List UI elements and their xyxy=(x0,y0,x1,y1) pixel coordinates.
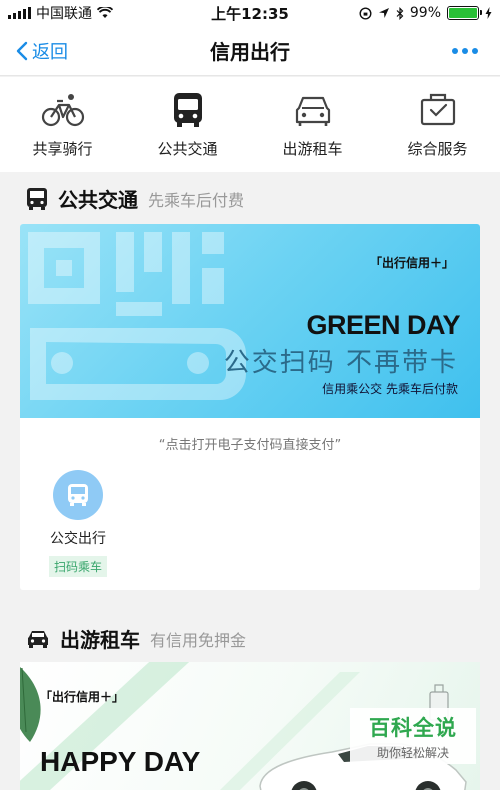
carrier-name: 中国联通 xyxy=(36,6,92,22)
transit-card-body: “点击打开电子支付码直接支付” 公交出行 扫码乘车 xyxy=(20,418,480,590)
transit-card: 「出行信用＋」 GREEN DAY 公交扫码 不再带卡 信用乘公交 先乘车后付款… xyxy=(20,224,480,590)
banner-title: GREEN DAY xyxy=(306,310,460,340)
banner-caption: 信用乘公交 先乘车后付款 xyxy=(322,382,458,396)
section-subtitle: 先乘车后付费 xyxy=(148,190,245,210)
credit-badge: 「出行信用＋」 xyxy=(369,256,454,270)
qr-code-graphic xyxy=(28,232,246,400)
car-icon xyxy=(28,630,48,648)
bus-icon xyxy=(53,470,103,520)
battery-icon xyxy=(447,6,482,20)
watermark-logo: 百科全说 助你轻松解决 xyxy=(350,708,476,764)
tab-car-rental[interactable]: 出游租车 xyxy=(253,90,373,159)
status-bar: 中国联通 上午12:35 99% xyxy=(0,0,500,26)
service-tag: 扫码乘车 xyxy=(48,556,107,577)
location-icon xyxy=(378,8,389,18)
tab-shared-cycling[interactable]: 共享骑行 xyxy=(3,90,123,159)
bluetooth-icon xyxy=(396,6,404,20)
car-icon xyxy=(290,90,336,130)
bus-icon xyxy=(27,187,47,210)
payment-hint: “点击打开电子支付码直接支付” xyxy=(158,438,342,453)
category-tabs: 共享骑行 公共交通 出游租车 综合服务 xyxy=(0,77,500,172)
credit-badge: 「出行信用＋」 xyxy=(40,690,125,704)
transit-section-header: 公共交通 先乘车后付费 xyxy=(26,184,244,213)
tab-label: 公共交通 xyxy=(157,140,218,158)
banner-title: HAPPY DAY xyxy=(40,746,201,777)
service-label: 公交出行 xyxy=(50,531,106,547)
tab-integrated-services[interactable]: 综合服务 xyxy=(378,90,498,159)
section-title: 公共交通 xyxy=(58,188,138,212)
tab-label: 综合服务 xyxy=(407,140,468,158)
nav-bar: 返回 信用出行 xyxy=(0,26,500,76)
section-title: 出游租车 xyxy=(60,628,140,652)
banner-slogan: 公交扫码 不再带卡 xyxy=(223,348,458,378)
charging-icon xyxy=(485,7,492,19)
more-options-button[interactable] xyxy=(452,47,478,54)
section-subtitle: 有信用免押金 xyxy=(150,630,247,650)
bicycle-icon xyxy=(40,90,86,130)
watermark-subtitle: 助你轻松解决 xyxy=(376,745,449,760)
back-label: 返回 xyxy=(32,41,68,63)
tab-label: 出游租车 xyxy=(282,140,343,158)
bus-icon xyxy=(165,90,211,130)
tab-public-transit[interactable]: 公共交通 xyxy=(128,90,248,159)
transit-promo-banner[interactable]: 「出行信用＋」 GREEN DAY 公交扫码 不再带卡 信用乘公交 先乘车后付款 xyxy=(20,224,480,418)
tab-label: 共享骑行 xyxy=(32,140,93,158)
signal-icon xyxy=(8,7,31,19)
services-icon xyxy=(415,90,461,130)
bus-ride-service[interactable]: 公交出行 扫码乘车 xyxy=(46,470,110,577)
battery-percent: 99% xyxy=(409,5,441,21)
rental-section-header: 出游租车 有信用免押金 xyxy=(26,624,246,653)
back-button[interactable]: 返回 xyxy=(0,26,120,75)
watermark-title: 百科全说 xyxy=(369,715,457,740)
chevron-left-icon xyxy=(16,41,28,60)
wifi-icon xyxy=(97,7,113,18)
rotation-lock-icon xyxy=(359,6,372,20)
